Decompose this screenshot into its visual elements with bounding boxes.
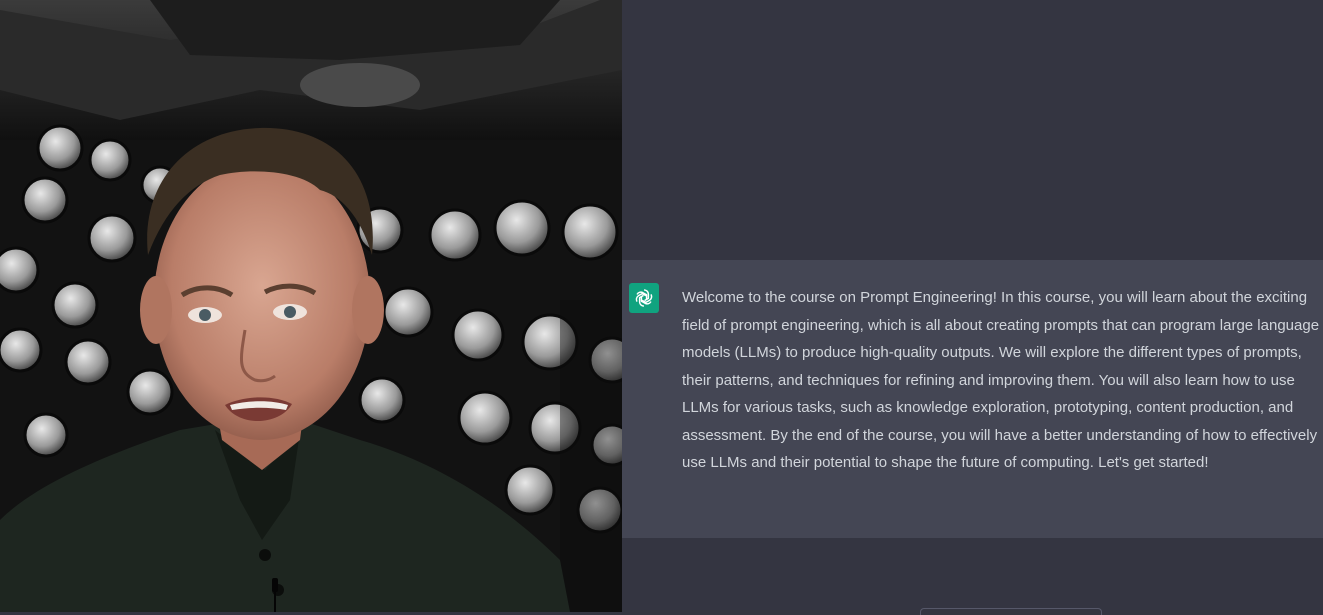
openai-logo-icon: [635, 289, 653, 307]
chat-conversation: Welcome to the course on Prompt Engineer…: [622, 0, 1323, 615]
presenter-video: [0, 0, 622, 612]
assistant-message: Welcome to the course on Prompt Engineer…: [622, 260, 1323, 538]
assistant-avatar: [629, 283, 659, 313]
presenter-video-frame: [0, 0, 622, 612]
assistant-message-text: Welcome to the course on Prompt Engineer…: [682, 289, 1320, 471]
